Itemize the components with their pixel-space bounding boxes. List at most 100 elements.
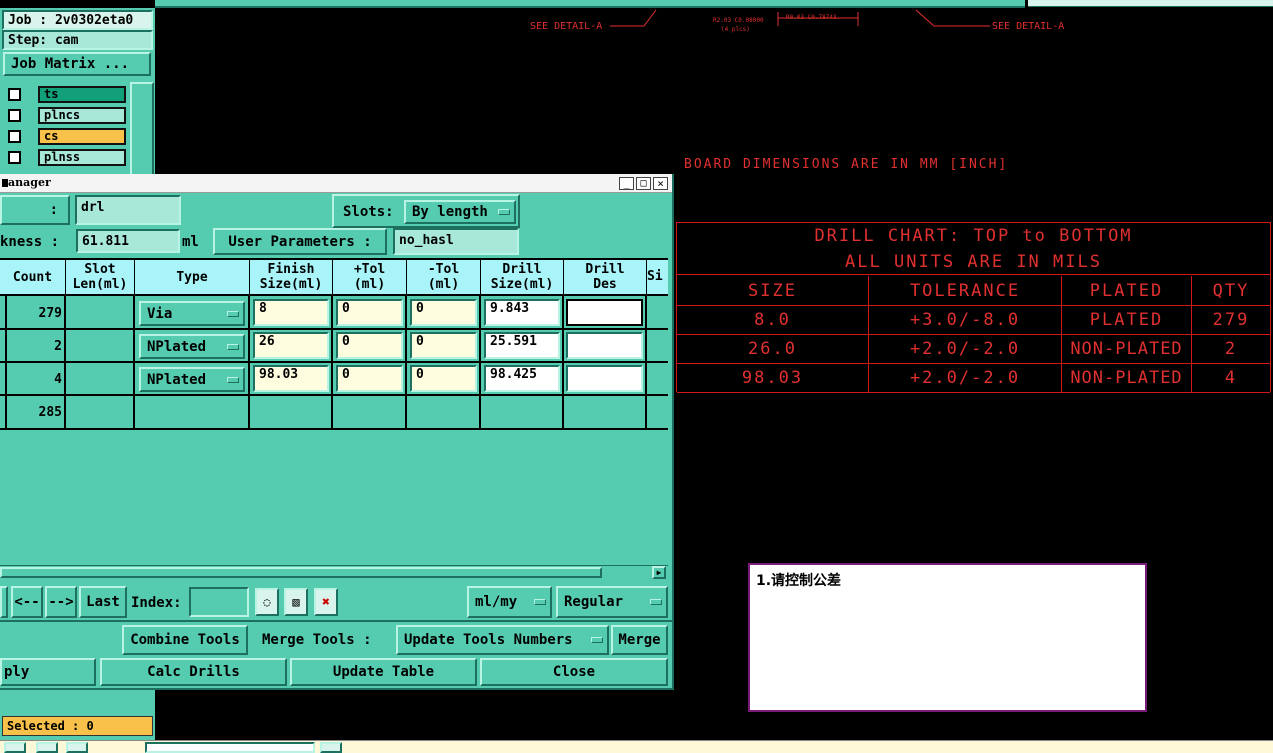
thickness-field[interactable]: 61.811 xyxy=(76,229,180,253)
user-parameters-button[interactable]: User Parameters : xyxy=(213,228,387,255)
leader-lines xyxy=(610,9,990,27)
index-input[interactable] xyxy=(189,587,249,617)
maximize-button[interactable]: □ xyxy=(636,177,651,190)
drill-des-input[interactable] xyxy=(566,299,643,326)
layer-item-plncs[interactable]: plncs xyxy=(8,107,126,124)
step-name-field: Step: cam xyxy=(2,30,153,50)
scrollbar-thumb[interactable] xyxy=(0,567,602,578)
table-horizontal-scrollbar[interactable]: ▶ xyxy=(0,565,668,579)
table-header-size: Si xyxy=(647,260,668,296)
layer-list: ts plncs cs plnss xyxy=(2,80,130,176)
minus-tol-input[interactable]: 0 xyxy=(410,299,477,326)
table-header-minus-tol: -Tol (ml) xyxy=(407,260,481,296)
table-header-type: Type xyxy=(135,260,250,296)
grid-line xyxy=(0,328,668,330)
type-dropdown[interactable]: NPlated xyxy=(139,367,245,392)
last-button[interactable]: Last xyxy=(79,586,127,618)
drill-tools-manager-dialog: anager _ □ × : drl Slots: By length knes… xyxy=(0,174,674,690)
drill-size-input[interactable]: 98.425 xyxy=(484,365,560,392)
layer-checkbox[interactable] xyxy=(8,151,21,164)
drill-chart-cell: +2.0/-2.0 xyxy=(869,335,1062,364)
lightbulb-icon[interactable]: ◌ xyxy=(255,588,279,616)
index-label: Index: xyxy=(131,595,182,611)
note-box[interactable]: 1.请控制公差 xyxy=(748,563,1147,712)
drill-chart-cell: 8.0 xyxy=(677,306,869,335)
drill-chart-cell: 26.0 xyxy=(677,335,869,364)
bottom-input-field[interactable] xyxy=(145,742,315,753)
dialog-title-bar[interactable]: anager _ □ × xyxy=(0,174,672,193)
total-count: 285 xyxy=(38,405,62,420)
user-parameters-field[interactable]: no_hasl xyxy=(393,228,519,255)
update-table-button[interactable]: Update Table xyxy=(290,658,477,686)
minus-tol-input[interactable]: 0 xyxy=(410,332,477,359)
board-dimensions-note: BOARD DIMENSIONS ARE IN MM [INCH] xyxy=(684,157,1009,172)
layer-item-cs[interactable]: cs xyxy=(8,128,126,145)
layer-checkbox[interactable] xyxy=(8,88,21,101)
drill-des-input[interactable] xyxy=(566,332,643,359)
layer-swatch: ts xyxy=(38,86,126,103)
grid-line xyxy=(405,296,407,430)
first-button[interactable] xyxy=(0,586,8,618)
type-dropdown[interactable]: Via xyxy=(139,301,245,326)
calc-drills-button[interactable]: Calc Drills xyxy=(100,658,287,686)
update-tools-numbers-dropdown[interactable]: Update Tools Numbers xyxy=(396,625,609,655)
pattern-icon[interactable]: ▧ xyxy=(284,588,308,616)
bottom-tool-icon[interactable] xyxy=(320,742,342,753)
dropdown-arrow-icon xyxy=(227,343,239,350)
drill-chart-cell: PLATED xyxy=(1062,306,1192,335)
scroll-right-arrow-icon[interactable]: ▶ xyxy=(652,566,666,579)
layer-checkbox[interactable] xyxy=(8,130,21,143)
combine-tools-button[interactable]: Combine Tools xyxy=(122,625,248,655)
bottom-tool-icon[interactable] xyxy=(4,742,26,753)
previous-button[interactable]: <-- xyxy=(11,586,43,618)
finish-size-input[interactable]: 26 xyxy=(253,332,329,359)
layer-item-ts[interactable]: ts xyxy=(8,86,126,103)
drill-chart-cell: +3.0/-8.0 xyxy=(869,306,1062,335)
drill-size-input[interactable]: 9.843 xyxy=(484,299,560,326)
layer-list-scrollbar[interactable] xyxy=(130,82,154,178)
layer-swatch: cs xyxy=(38,128,126,145)
layer-checkbox[interactable] xyxy=(8,109,21,122)
drill-chart: DRILL CHART: TOP to BOTTOM ALL UNITS ARE… xyxy=(676,222,1271,393)
mode-dropdown[interactable]: Regular xyxy=(556,586,668,618)
next-button[interactable]: --> xyxy=(45,586,77,618)
grid-line xyxy=(64,296,66,430)
drill-chart-cell: NON-PLATED xyxy=(1062,364,1192,393)
grid-line xyxy=(562,296,564,430)
minimize-button[interactable]: _ xyxy=(619,177,634,190)
thickness-label: kness : xyxy=(0,234,60,250)
dropdown-arrow-icon xyxy=(591,637,603,643)
units-dropdown[interactable]: ml/my xyxy=(467,586,552,618)
table-header-drill-size: Drill Size(ml) xyxy=(481,260,564,296)
dropdown-arrow-icon xyxy=(498,209,510,215)
drill-des-input[interactable] xyxy=(566,365,643,392)
dialog-separator xyxy=(0,620,672,622)
bottom-tool-icon[interactable] xyxy=(66,742,88,753)
plus-tol-input[interactable]: 0 xyxy=(336,299,403,326)
table-header-count: Count xyxy=(0,260,66,296)
layer-name-field[interactable]: drl xyxy=(75,195,181,225)
grid-line xyxy=(0,394,668,396)
minus-tol-input[interactable]: 0 xyxy=(410,365,477,392)
merge-button[interactable]: Merge xyxy=(611,625,668,655)
plus-tol-input[interactable]: 0 xyxy=(336,332,403,359)
close-icon[interactable]: × xyxy=(653,177,668,190)
grid-line xyxy=(0,428,668,430)
slots-dropdown[interactable]: By length xyxy=(404,200,516,224)
drill-size-input[interactable]: 25.591 xyxy=(484,332,560,359)
grid-line xyxy=(133,296,135,430)
finish-size-input[interactable]: 98.03 xyxy=(253,365,329,392)
finish-size-input[interactable]: 8 xyxy=(253,299,329,326)
thickness-unit: ml xyxy=(182,234,199,250)
drill-chart-header: SIZE xyxy=(677,276,869,306)
delete-icon[interactable]: ✖ xyxy=(314,588,338,616)
bottom-tool-icon[interactable] xyxy=(36,742,58,753)
dropdown-arrow-icon xyxy=(650,599,662,605)
apply-button[interactable]: ply xyxy=(0,658,96,686)
layer-item-plnss[interactable]: plnss xyxy=(8,149,126,166)
type-dropdown[interactable]: NPlated xyxy=(139,334,245,359)
drill-chart-title: DRILL CHART: TOP to BOTTOM xyxy=(814,226,1133,246)
plus-tol-input[interactable]: 0 xyxy=(336,365,403,392)
close-button[interactable]: Close xyxy=(480,658,668,686)
job-matrix-button[interactable]: Job Matrix ... xyxy=(3,52,151,76)
